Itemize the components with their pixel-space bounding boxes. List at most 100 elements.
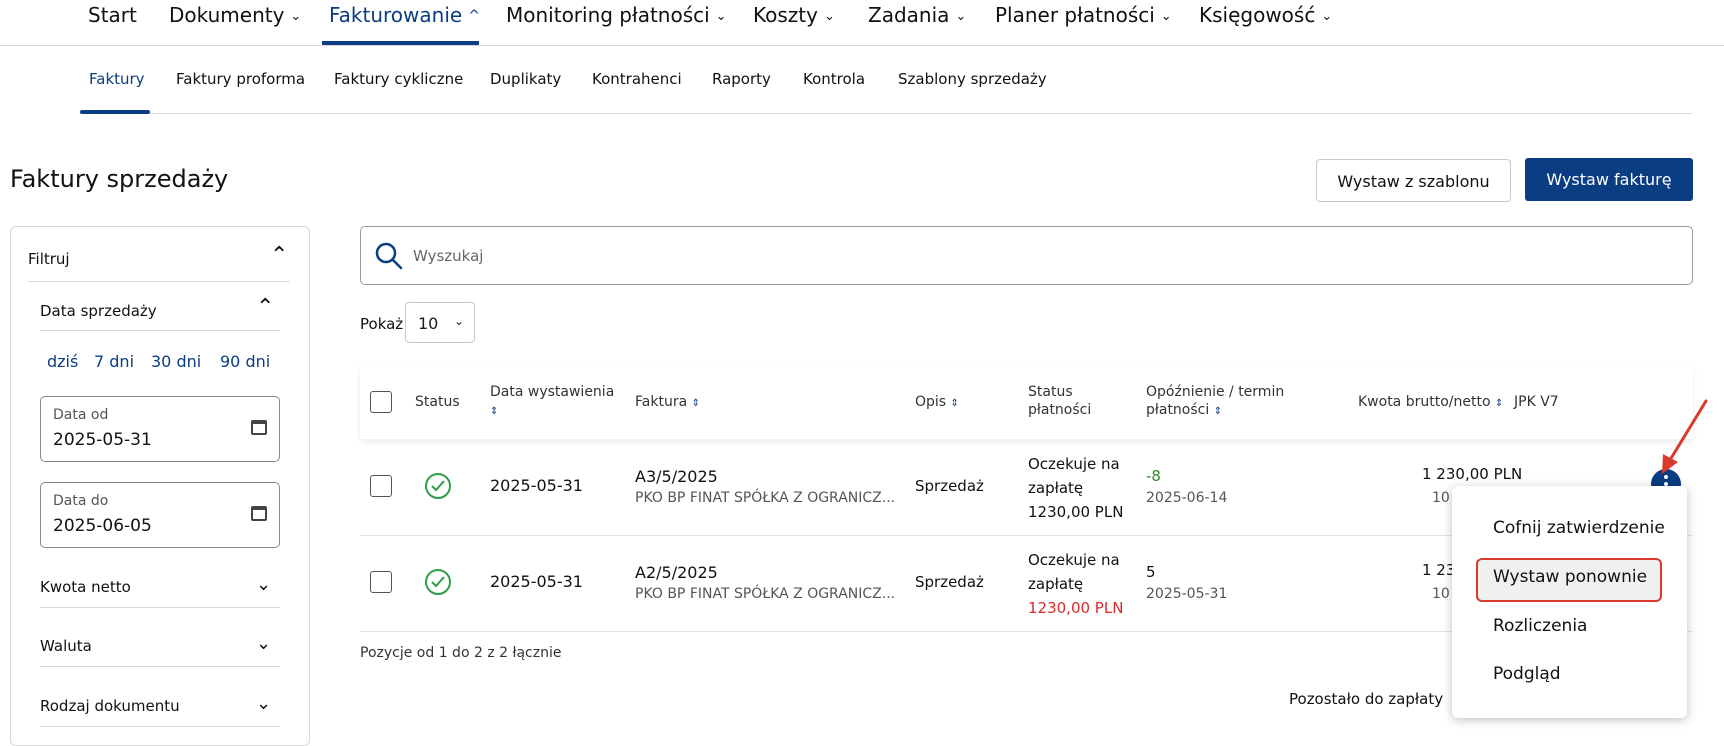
- filter-divider: [40, 607, 280, 608]
- filter-divider: [40, 666, 280, 667]
- page-size-select[interactable]: 10 ⌄: [405, 302, 475, 343]
- nav-zadania[interactable]: Zadania ⌄: [868, 0, 966, 45]
- pagination-info: Pozycje od 1 do 2 z 2 łącznie: [360, 645, 562, 661]
- page-size-value: 10: [418, 314, 439, 333]
- nav-monitoring[interactable]: Monitoring płatności ⌄: [506, 0, 727, 45]
- approved-check-icon: [425, 473, 451, 499]
- annotation-arrow-icon: [1662, 399, 1708, 474]
- row-issue-date: 2025-05-31: [490, 572, 583, 591]
- header-delay-line2: płatności: [1146, 402, 1210, 418]
- chevron-down-icon: ⌄: [715, 9, 727, 24]
- row-description: Sprzedaż: [915, 573, 984, 591]
- header-issue-date-label: Data wystawienia: [490, 384, 615, 400]
- row-gross-amount: 1 23: [1422, 561, 1456, 579]
- filter-title: Filtruj: [28, 250, 70, 268]
- row-gross-amount: 1 230,00 PLN: [1422, 465, 1523, 483]
- chevron-down-icon: ⌄: [1321, 9, 1333, 24]
- chevron-down-icon: ⌄: [823, 9, 835, 24]
- date-to-field[interactable]: Data do 2025-06-05: [40, 482, 280, 548]
- select-all-checkbox[interactable]: [370, 391, 392, 413]
- row-net-amount: 10: [1432, 490, 1450, 506]
- subnav-kontrahenci[interactable]: Kontrahenci: [592, 70, 682, 88]
- nav-dokumenty[interactable]: Dokumenty ⌄: [169, 0, 301, 45]
- approved-check-icon: [425, 569, 451, 595]
- subnav-faktury-cykliczne[interactable]: Faktury cykliczne: [334, 70, 463, 88]
- search-icon: [375, 242, 403, 270]
- issue-invoice-button[interactable]: Wystaw fakturę: [1525, 158, 1693, 201]
- row-invoice-number[interactable]: A2/5/2025: [635, 563, 718, 582]
- sort-icon[interactable]: ⇕: [1214, 406, 1222, 417]
- subnav-szablony[interactable]: Szablony sprzedaży: [898, 70, 1047, 88]
- quick-filter-90-days[interactable]: 90 dni: [220, 352, 270, 371]
- header-jpk: JPK V7: [1514, 394, 1559, 410]
- filter-divider: [40, 726, 280, 727]
- row-checkbox[interactable]: [370, 571, 392, 593]
- nav-ksiegowosc[interactable]: Księgowość ⌄: [1199, 0, 1332, 45]
- row-payment-amount: 1230,00 PLN: [1028, 599, 1124, 617]
- header-invoice[interactable]: Faktura ⇕: [635, 393, 700, 413]
- header-amount[interactable]: Kwota brutto/netto ⇕: [1358, 393, 1503, 413]
- chevron-down-icon[interactable]: ⌄: [256, 693, 271, 714]
- header-payment-status: Status płatności: [1028, 383, 1091, 419]
- filter-doc-type-label[interactable]: Rodzaj dokumentu: [40, 697, 180, 715]
- filter-sale-date-label[interactable]: Data sprzedaży: [40, 302, 157, 320]
- menu-item-preview[interactable]: Podgląd: [1493, 664, 1561, 684]
- header-payment-status-line1: Status: [1028, 384, 1073, 400]
- filter-divider: [40, 330, 280, 331]
- header-status: Status: [415, 394, 460, 410]
- row-payment-status-line2: zapłatę: [1028, 575, 1084, 593]
- row-invoice-number[interactable]: A3/5/2025: [635, 467, 718, 486]
- nav-koszty[interactable]: Koszty ⌄: [753, 0, 835, 45]
- subnav-duplikaty[interactable]: Duplikaty: [490, 70, 561, 88]
- subnav-faktury-proforma[interactable]: Faktury proforma: [176, 70, 305, 88]
- nav-label: Dokumenty: [169, 3, 285, 27]
- subnav-raporty[interactable]: Raporty: [712, 70, 771, 88]
- chevron-down-icon[interactable]: ⌄: [256, 574, 271, 595]
- nav-planer[interactable]: Planer płatności ⌄: [995, 0, 1172, 45]
- date-from-field[interactable]: Data od 2025-05-31: [40, 396, 280, 462]
- issue-from-template-button[interactable]: Wystaw z szablonu: [1316, 159, 1511, 202]
- subnav-kontrola[interactable]: Kontrola: [803, 70, 865, 88]
- calendar-icon[interactable]: [251, 420, 267, 435]
- menu-item-settlements[interactable]: Rozliczenia: [1493, 616, 1587, 636]
- filter-divider: [28, 281, 290, 282]
- quick-filter-30-days[interactable]: 30 dni: [151, 352, 201, 371]
- calendar-icon[interactable]: [251, 506, 267, 521]
- chevron-down-icon: ⌄: [1160, 9, 1172, 24]
- sort-icon[interactable]: ⇕: [1495, 398, 1503, 409]
- row-client-name: PKO BP FINAT SPÓŁKA Z OGRANICZ...: [635, 490, 896, 506]
- quick-filter-7-days[interactable]: 7 dni: [94, 352, 134, 371]
- row-checkbox[interactable]: [370, 475, 392, 497]
- sort-icon[interactable]: ⇕: [951, 398, 959, 409]
- row-payment-status-line2: zapłatę: [1028, 479, 1084, 497]
- nav-fakturowanie[interactable]: Fakturowanie ^: [329, 0, 480, 45]
- header-description[interactable]: Opis ⇕: [915, 393, 959, 413]
- header-issue-date[interactable]: Data wystawienia ⇕: [490, 383, 614, 421]
- sort-icon[interactable]: ⇕: [692, 398, 700, 409]
- chevron-up-icon[interactable]: ⌃: [270, 243, 288, 268]
- date-to-value: 2025-06-05: [53, 516, 152, 536]
- filter-currency-label[interactable]: Waluta: [40, 637, 92, 655]
- filter-net-amount-label[interactable]: Kwota netto: [40, 578, 131, 596]
- row-delay-days: 5: [1146, 563, 1156, 581]
- search-input[interactable]: [411, 243, 1415, 269]
- chevron-down-icon: ⌄: [453, 314, 464, 328]
- page-title: Faktury sprzedaży: [10, 165, 229, 193]
- header-delay[interactable]: Opóźnienie / termin płatności ⇕: [1146, 383, 1284, 421]
- nav-label: Monitoring płatności: [506, 3, 710, 27]
- header-payment-status-line2: płatności: [1028, 402, 1092, 418]
- menu-item-undo-approval[interactable]: Cofnij zatwierdzenie: [1493, 518, 1665, 538]
- header-delay-line1: Opóźnienie / termin: [1146, 384, 1285, 400]
- row-delay-days: -8: [1146, 467, 1161, 485]
- menu-item-reissue[interactable]: Wystaw ponownie: [1493, 567, 1647, 587]
- nav-label: Koszty: [753, 3, 818, 27]
- chevron-up-icon[interactable]: ⌃: [256, 295, 274, 320]
- row-payment-status-line1: Oczekuje na: [1028, 455, 1120, 473]
- nav-start[interactable]: Start: [88, 0, 137, 45]
- subnav-faktury[interactable]: Faktury: [89, 70, 145, 88]
- row-due-date: 2025-06-14: [1146, 490, 1228, 506]
- chevron-down-icon[interactable]: ⌄: [256, 633, 271, 654]
- chevron-down-icon: ⌄: [955, 9, 967, 24]
- sort-icon[interactable]: ⇕: [490, 406, 498, 417]
- quick-filter-today[interactable]: dziś: [47, 352, 78, 371]
